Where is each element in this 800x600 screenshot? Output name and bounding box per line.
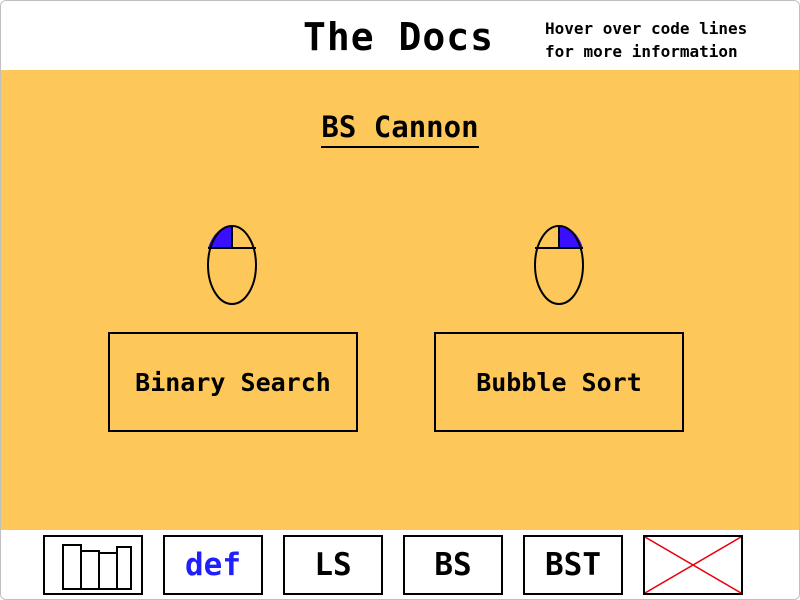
app-window: The Docs Hover over code lines for more …: [0, 0, 800, 600]
right-click-mouse-icon: [534, 225, 584, 305]
hover-hint-line-2: for more information: [545, 42, 738, 61]
ls-button[interactable]: LS: [283, 535, 383, 595]
ls-label: LS: [314, 547, 352, 583]
bar-chart-icon: [62, 544, 132, 590]
binary-search-label: Binary Search: [135, 367, 331, 397]
close-button[interactable]: [643, 535, 743, 595]
hover-hint-line-1: Hover over code lines: [545, 19, 748, 38]
def-label: def: [185, 547, 241, 583]
hover-hint: Hover over code lines for more informati…: [545, 17, 747, 63]
close-x-icon: [645, 537, 741, 593]
bs-label: BS: [434, 547, 472, 583]
header: The Docs Hover over code lines for more …: [1, 1, 799, 70]
def-button[interactable]: def: [163, 535, 263, 595]
bubble-sort-label: Bubble Sort: [476, 367, 642, 397]
bs-button[interactable]: BS: [403, 535, 503, 595]
page-title-text: BS Cannon: [321, 108, 479, 148]
left-click-mouse-icon: [207, 225, 257, 305]
bst-label: BST: [545, 547, 601, 583]
bubble-sort-button[interactable]: Bubble Sort: [434, 332, 684, 432]
binary-search-button[interactable]: Binary Search: [108, 332, 358, 432]
page-title: BS Cannon: [1, 108, 799, 148]
app-title: The Docs: [303, 15, 495, 59]
main-panel: BS Cannon Binary Search Bubble Sort: [1, 70, 799, 530]
charts-button[interactable]: [43, 535, 143, 595]
bottom-toolbar: def LS BS BST: [1, 530, 799, 599]
bst-button[interactable]: BST: [523, 535, 623, 595]
